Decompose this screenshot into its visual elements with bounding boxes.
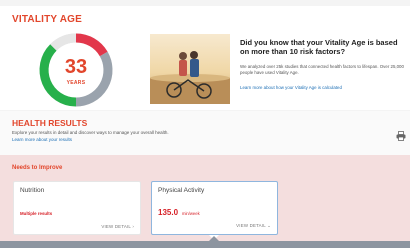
- vitality-age-body: We analyzed over 25k studies that connec…: [240, 64, 404, 75]
- physical-activity-card-title: Physical Activity: [158, 187, 205, 194]
- vitality-age-value: 33: [64, 56, 88, 78]
- nutrition-view-detail[interactable]: VIEW DETAIL ›: [101, 224, 134, 229]
- physical-activity-unit: min/week: [182, 211, 200, 216]
- printer-icon[interactable]: [396, 128, 406, 141]
- physical-activity-view-detail-label: VIEW DETAIL: [236, 223, 266, 228]
- nutrition-card[interactable]: Nutrition Multiple results VIEW DETAIL ›: [13, 181, 141, 235]
- vitality-age-headline: Did you know that your Vitality Age is b…: [240, 38, 398, 57]
- chevron-right-icon: ›: [132, 224, 134, 229]
- vitality-age-title: VITALITY AGE: [12, 14, 82, 25]
- vitality-age-card: VITALITY AGE 33 YEARS Did you know that …: [0, 6, 410, 110]
- detail-panel-bar: [0, 241, 410, 248]
- health-results-section: HEALTH RESULTS Explore your results in d…: [0, 111, 410, 155]
- physical-activity-value: 135.0: [158, 208, 179, 217]
- health-results-learn-more-link[interactable]: Learn more about your results: [12, 137, 72, 142]
- chevron-down-icon: ⌄: [267, 223, 271, 228]
- needs-to-improve-section: Needs to Improve Nutrition Multiple resu…: [0, 155, 410, 248]
- nutrition-view-detail-label: VIEW DETAIL: [101, 224, 131, 229]
- physical-activity-card[interactable]: Physical Activity 135.0 min/week VIEW DE…: [151, 181, 278, 235]
- vitality-age-learn-more-link[interactable]: Learn more about how your Vitality Age i…: [240, 85, 406, 90]
- couple-photo: [150, 34, 230, 104]
- health-results-title: HEALTH RESULTS: [12, 118, 88, 128]
- nutrition-card-title: Nutrition: [20, 187, 45, 194]
- needs-to-improve-title: Needs to Improve: [12, 165, 63, 171]
- nutrition-card-value: Multiple results: [20, 211, 53, 216]
- vitality-age-gauge: 33 YEARS: [36, 30, 116, 110]
- health-results-description: Explore your results in detail and disco…: [12, 130, 169, 135]
- vitality-age-unit: YEARS: [66, 80, 86, 86]
- physical-activity-view-detail[interactable]: VIEW DETAIL ⌄: [236, 223, 271, 229]
